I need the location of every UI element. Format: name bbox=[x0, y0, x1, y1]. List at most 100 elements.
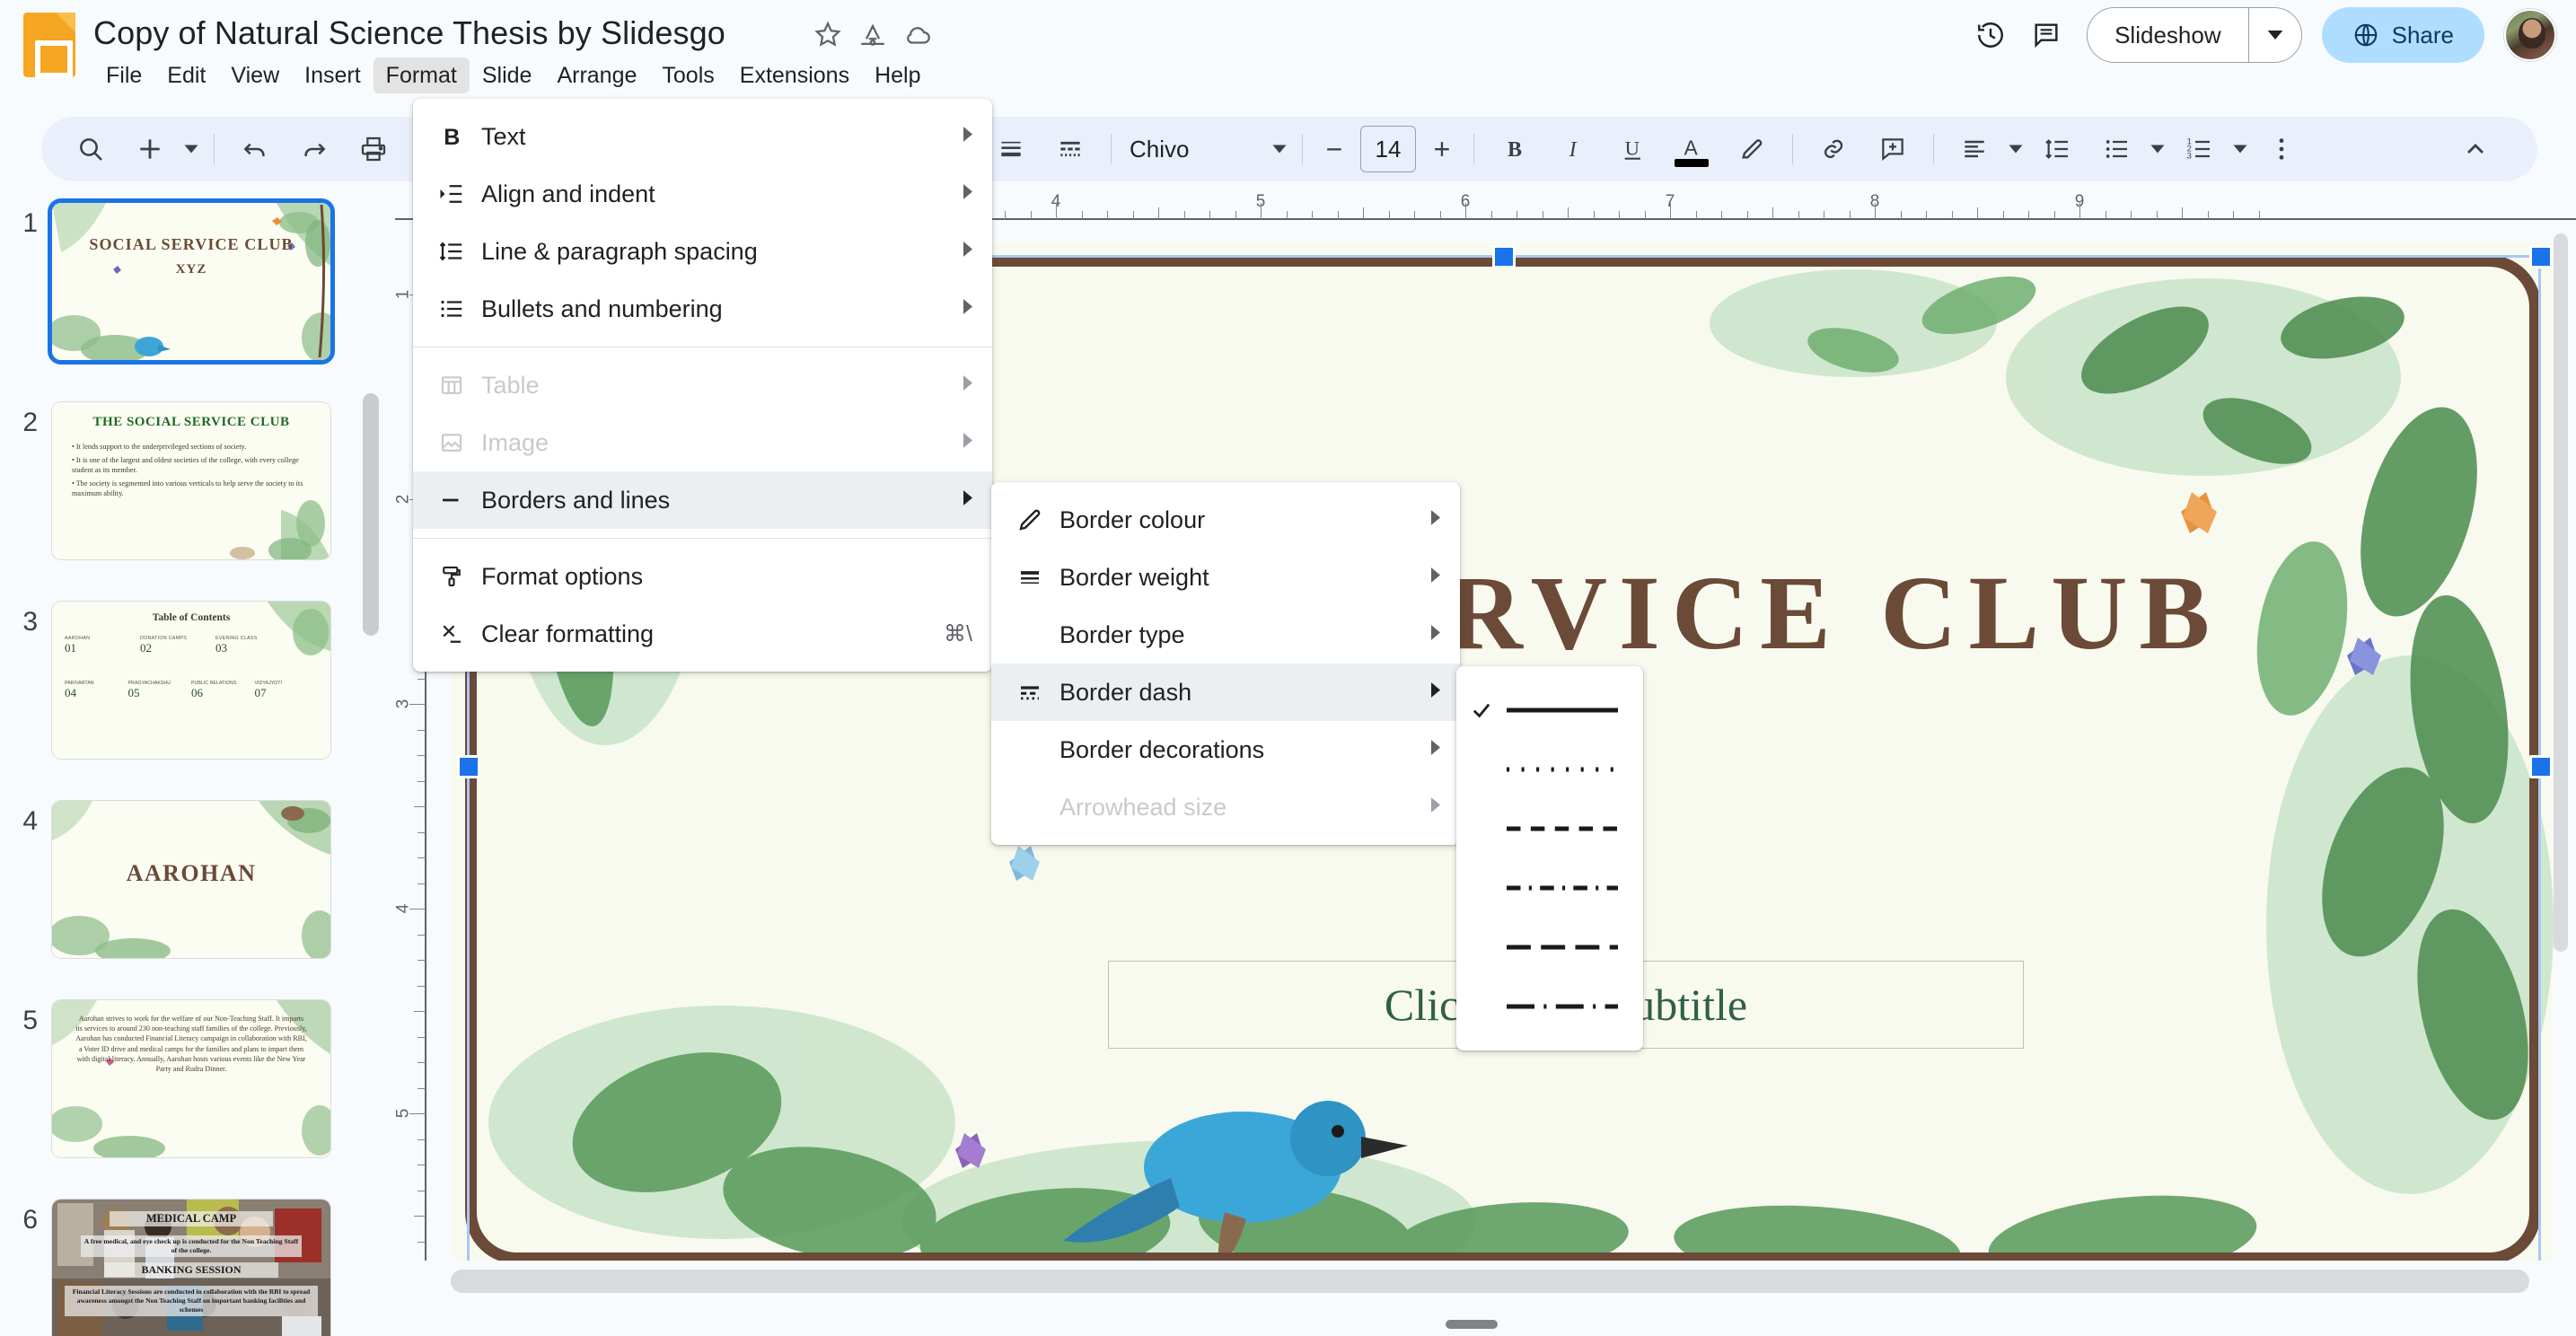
menu-item-align-and-indent[interactable]: Align and indent bbox=[413, 165, 992, 223]
undo-icon[interactable] bbox=[229, 123, 281, 175]
new-slide-caret-icon[interactable] bbox=[180, 123, 203, 175]
search-icon[interactable] bbox=[65, 123, 117, 175]
slide-thumbnail-2[interactable]: THE SOCIAL SERVICE CLUB • It lends suppo… bbox=[52, 402, 330, 559]
align-caret-icon[interactable] bbox=[2004, 123, 2027, 175]
list-item[interactable]: 2 THE SOCIAL SERVICE CLUB • It lends sup… bbox=[0, 402, 330, 559]
decrease-font-size-button[interactable]: − bbox=[1314, 126, 1355, 172]
slideshow-options-caret-icon[interactable] bbox=[2249, 8, 2301, 62]
selection-handle-middle-left[interactable] bbox=[457, 755, 480, 778]
border-dash-submenu[interactable] bbox=[1456, 666, 1643, 1050]
border-dash-icon[interactable] bbox=[1044, 123, 1096, 175]
menu-tools[interactable]: Tools bbox=[649, 57, 726, 93]
share-label: Share bbox=[2391, 21, 2454, 48]
print-icon[interactable] bbox=[347, 123, 400, 175]
redo-icon[interactable] bbox=[288, 123, 340, 175]
font-family-selector[interactable]: Chivo bbox=[1130, 123, 1291, 175]
menu-arrange[interactable]: Arrange bbox=[544, 57, 649, 93]
slide-thumbnail-1[interactable]: SOCIAL SERVICE CLUB XYZ bbox=[52, 203, 330, 360]
list-item[interactable]: 1 SOCIAL SERVICE CLUB XYZ bbox=[0, 203, 330, 360]
align-indent-icon bbox=[429, 180, 474, 207]
menu-item-text[interactable]: B Text bbox=[413, 108, 992, 165]
more-options-icon[interactable] bbox=[2255, 123, 2308, 175]
star-icon[interactable] bbox=[813, 20, 843, 50]
thumb-heading-1: MEDICAL CAMP bbox=[110, 1211, 273, 1226]
insert-link-icon[interactable] bbox=[1807, 123, 1859, 175]
new-slide-icon[interactable] bbox=[124, 123, 176, 175]
text-color-icon[interactable]: A bbox=[1666, 123, 1719, 175]
document-title[interactable]: Copy of Natural Science Thesis by Slides… bbox=[93, 13, 725, 54]
format-menu[interactable]: B Text Align and indent Line & paragraph… bbox=[413, 99, 992, 672]
notes-pane-resize-handle[interactable] bbox=[1446, 1320, 1498, 1329]
collapse-toolbar-icon[interactable] bbox=[2449, 123, 2501, 175]
move-to-drive-icon[interactable] bbox=[857, 20, 888, 50]
menu-slide[interactable]: Slide bbox=[470, 57, 545, 93]
submenu-item-border-type[interactable]: Border type bbox=[991, 606, 1460, 664]
horizontal-scrollbar-thumb[interactable] bbox=[451, 1270, 2529, 1293]
underline-icon[interactable]: U bbox=[1607, 123, 1659, 175]
list-item[interactable]: 4 AAROHAN bbox=[0, 801, 330, 958]
highlight-icon[interactable] bbox=[1726, 123, 1778, 175]
avatar[interactable] bbox=[2504, 9, 2556, 61]
menu-item-clear-formatting[interactable]: Clear formatting ⌘\ bbox=[413, 605, 992, 663]
font-family-caret-icon[interactable] bbox=[1268, 123, 1291, 175]
slide-thumbnail-6[interactable]: MEDICAL CAMP A free medical, and eye che… bbox=[52, 1200, 330, 1336]
bulleted-list-icon[interactable] bbox=[2090, 123, 2142, 175]
selection-handle-top-center[interactable] bbox=[1492, 245, 1516, 268]
bulleted-list-caret-icon[interactable] bbox=[2146, 123, 2169, 175]
vertical-scrollbar[interactable] bbox=[2551, 233, 2571, 1255]
list-item[interactable]: 3 Table of Contents AAROHAN 01 DONATION C… bbox=[0, 602, 330, 759]
add-comment-icon[interactable] bbox=[1867, 123, 1919, 175]
menu-view[interactable]: View bbox=[218, 57, 292, 93]
version-history-icon[interactable] bbox=[1963, 7, 2018, 63]
align-icon[interactable] bbox=[1948, 123, 2000, 175]
numbered-list-icon[interactable]: 123 bbox=[2173, 123, 2225, 175]
submenu-item-border-colour[interactable]: Border colour bbox=[991, 491, 1460, 549]
menu-file[interactable]: File bbox=[93, 57, 154, 93]
dash-option-long-dash-line[interactable] bbox=[1456, 918, 1643, 977]
comment-history-icon[interactable] bbox=[2018, 7, 2074, 63]
menu-item-label: Table bbox=[481, 371, 540, 399]
dash-option-dotted-line[interactable] bbox=[1456, 740, 1643, 799]
menu-item-label: Border dash bbox=[1059, 678, 1192, 706]
slideshow-button[interactable]: Slideshow bbox=[2088, 8, 2248, 62]
menu-item-line-and-paragraph-spacing[interactable]: Line & paragraph spacing bbox=[413, 223, 992, 280]
menu-format[interactable]: Format bbox=[373, 57, 470, 93]
dash-option-long-dash-dot-line[interactable] bbox=[1456, 977, 1643, 1036]
submenu-item-border-decorations[interactable]: Border decorations bbox=[991, 721, 1460, 778]
slide-thumbnail-3[interactable]: Table of Contents AAROHAN 01 DONATION CAM… bbox=[52, 602, 330, 759]
list-item[interactable]: 6 MEDICAL CAMP A free medical, and eye c… bbox=[0, 1200, 330, 1336]
selection-handle-middle-right[interactable] bbox=[2529, 755, 2553, 778]
bold-icon[interactable]: B bbox=[1489, 123, 1541, 175]
increase-font-size-button[interactable]: + bbox=[1421, 126, 1463, 172]
slide-thumbnail-4[interactable]: AAROHAN bbox=[52, 801, 330, 958]
selection-handle-top-right[interactable] bbox=[2529, 245, 2553, 268]
menu-item-borders-and-lines[interactable]: Borders and lines bbox=[413, 471, 992, 529]
border-weight-icon[interactable] bbox=[985, 123, 1037, 175]
list-item[interactable]: 5 Aarohan strives to work for the welfar… bbox=[0, 1000, 330, 1157]
cloud-saved-icon[interactable] bbox=[902, 20, 933, 50]
menu-item-bullets-and-numbering[interactable]: Bullets and numbering bbox=[413, 280, 992, 338]
slide-thumbnail-5[interactable]: Aarohan strives to work for the welfare … bbox=[52, 1000, 330, 1157]
line-spacing-icon[interactable] bbox=[2031, 123, 2083, 175]
menu-edit[interactable]: Edit bbox=[154, 57, 218, 93]
vertical-scrollbar-thumb[interactable] bbox=[2554, 233, 2568, 952]
filmstrip-scrollbar[interactable] bbox=[363, 393, 379, 636]
dash-option-solid-line[interactable] bbox=[1456, 681, 1643, 740]
share-button[interactable]: Share bbox=[2321, 7, 2484, 63]
dash-option-dashed-line[interactable] bbox=[1456, 799, 1643, 858]
menu-divider bbox=[413, 538, 992, 539]
borders-and-lines-submenu[interactable]: Border colour Border weight Border type … bbox=[991, 482, 1460, 845]
menu-help[interactable]: Help bbox=[862, 57, 933, 93]
horizontal-scrollbar[interactable] bbox=[435, 1268, 2545, 1295]
menu-extensions[interactable]: Extensions bbox=[727, 57, 862, 93]
menu-item-format-options[interactable]: Format options bbox=[413, 548, 992, 605]
dash-option-dash-dot-line[interactable] bbox=[1456, 858, 1643, 918]
ruler-tick bbox=[1312, 211, 1313, 219]
submenu-item-border-dash[interactable]: Border dash bbox=[991, 664, 1460, 721]
submenu-item-border-weight[interactable]: Border weight bbox=[991, 549, 1460, 606]
italic-icon[interactable]: I bbox=[1548, 123, 1600, 175]
menu-insert[interactable]: Insert bbox=[292, 57, 374, 93]
numbered-list-caret-icon[interactable] bbox=[2229, 123, 2252, 175]
font-size-input[interactable]: 14 bbox=[1360, 126, 1416, 172]
slide-filmstrip[interactable]: 1 SOCIAL SERVICE CLUB XYZ 2 THE SOCIAL S… bbox=[0, 190, 395, 1336]
